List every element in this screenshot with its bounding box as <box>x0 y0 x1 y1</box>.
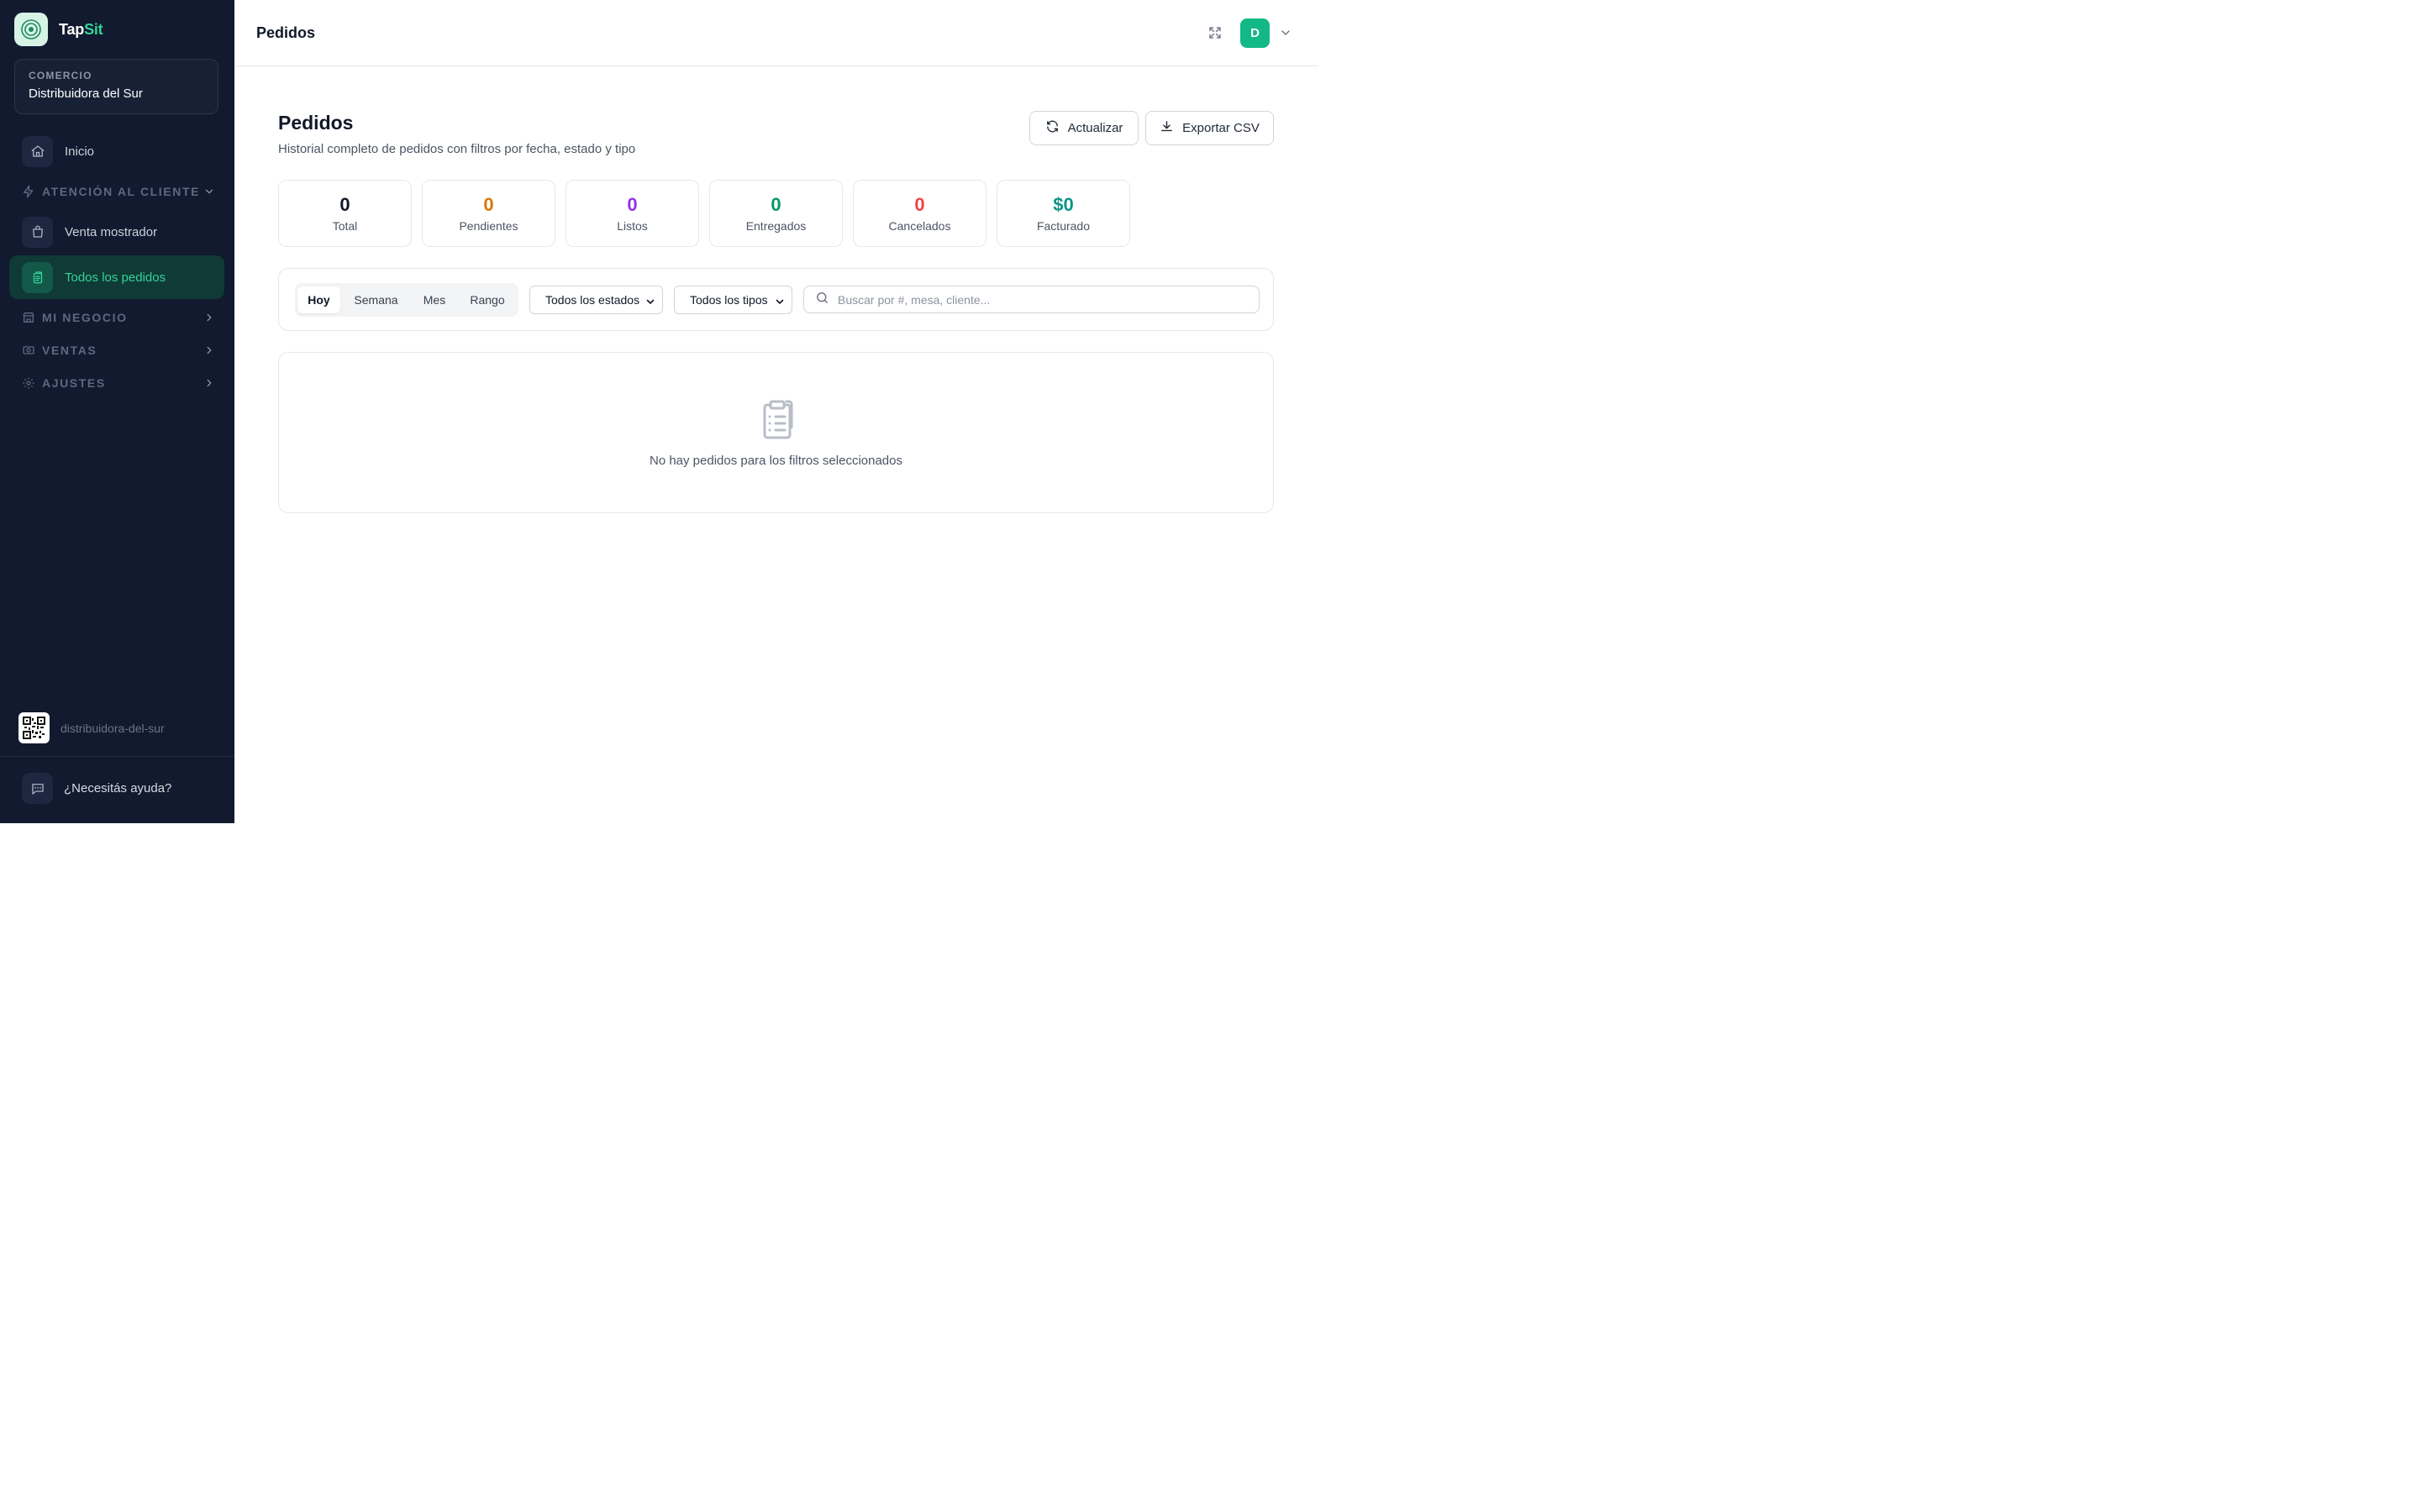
download-icon <box>1160 119 1174 137</box>
stat-label: Pendientes <box>459 219 518 233</box>
store-selector[interactable]: COMERCIO Distribuidora del Sur <box>14 59 218 114</box>
sidebar-item-inicio[interactable]: Inicio <box>9 129 224 173</box>
sidebar-divider <box>0 756 234 757</box>
help-label: ¿Necesitás ayuda? <box>64 781 172 795</box>
fullscreen-icon[interactable] <box>1206 24 1224 42</box>
user-avatar[interactable]: D <box>1240 18 1270 48</box>
refresh-button[interactable]: Actualizar <box>1029 111 1139 145</box>
stat-card-pendientes: 0 Pendientes <box>422 180 555 247</box>
tapsit-logo-icon <box>14 13 48 46</box>
stat-label: Cancelados <box>888 219 951 233</box>
sidebar: TapSit COMERCIO Distribuidora del Sur In… <box>0 0 234 823</box>
brand-name: TapSit <box>59 21 103 39</box>
chevron-down-icon <box>645 296 655 309</box>
store-qr-link[interactable]: distribuidora-del-sur <box>18 712 165 743</box>
gear-icon <box>22 376 35 390</box>
refresh-label: Actualizar <box>1067 121 1123 135</box>
sidebar-item-label: Venta mostrador <box>65 224 158 239</box>
filters-bar: Hoy Semana Mes Rango Todos los estados T… <box>278 268 1274 331</box>
qr-code-icon <box>18 712 50 743</box>
stat-value: 0 <box>339 194 350 215</box>
brand-name-part1: Tap <box>59 20 85 38</box>
period-tab-semana[interactable]: Semana <box>345 286 408 313</box>
brand[interactable]: TapSit <box>14 13 103 46</box>
sidebar-item-label: Inicio <box>65 144 95 159</box>
period-tab-mes[interactable]: Mes <box>411 286 458 313</box>
section-label: AJUSTES <box>42 376 106 390</box>
home-icon <box>22 135 53 167</box>
chevron-right-icon <box>203 377 215 389</box>
store-slug: distribuidora-del-sur <box>60 721 165 735</box>
sidebar-item-venta-mostrador[interactable]: Venta mostrador <box>9 210 224 254</box>
section-label: VENTAS <box>42 344 97 357</box>
chevron-right-icon <box>203 312 215 323</box>
empty-state: No hay pedidos para los filtros seleccio… <box>278 352 1274 513</box>
stat-value: 0 <box>483 194 494 215</box>
section-ventas[interactable]: VENTAS <box>22 344 215 357</box>
section-mi-negocio[interactable]: MI NEGOCIO <box>22 311 215 324</box>
top-bar: Pedidos D <box>234 0 1318 66</box>
empty-message: No hay pedidos para los filtros seleccio… <box>649 454 902 468</box>
stat-label: Facturado <box>1036 219 1091 233</box>
type-filter-select[interactable]: Todos los tipos <box>674 286 792 314</box>
bolt-icon <box>22 185 35 198</box>
search-icon <box>815 291 829 309</box>
section-label: ATENCIÓN AL CLIENTE <box>42 185 201 198</box>
cash-icon <box>22 344 35 357</box>
store-icon <box>22 311 35 324</box>
store-name: Distribuidora del Sur <box>29 87 143 101</box>
stat-card-facturado: $0 Facturado <box>997 180 1130 247</box>
export-csv-button[interactable]: Exportar CSV <box>1145 111 1274 145</box>
orders-icon <box>22 261 53 293</box>
stat-card-listos: 0 Listos <box>566 180 699 247</box>
brand-name-part2: Sit <box>84 20 103 38</box>
sidebar-item-label: Todos los pedidos <box>65 270 166 285</box>
clipboard-list-icon <box>759 399 796 444</box>
section-atencion-al-cliente[interactable]: ATENCIÓN AL CLIENTE <box>22 185 215 198</box>
stat-label: Listos <box>617 219 648 233</box>
chat-icon <box>22 773 53 804</box>
chevron-down-icon[interactable] <box>1279 26 1292 44</box>
period-segmented-control: Hoy Semana Mes Rango <box>295 283 518 317</box>
help-button[interactable]: ¿Necesitás ayuda? <box>22 773 171 804</box>
search-box <box>803 286 1260 313</box>
period-tab-rango[interactable]: Rango <box>461 286 513 313</box>
header-title: Pedidos <box>256 24 316 41</box>
refresh-icon <box>1045 119 1060 137</box>
page-title: Pedidos <box>278 112 354 134</box>
type-filter-value: Todos los tipos <box>690 293 768 307</box>
status-filter-value: Todos los estados <box>545 293 640 307</box>
section-label: MI NEGOCIO <box>42 311 128 324</box>
page-subtitle: Historial completo de pedidos con filtro… <box>278 142 636 156</box>
section-ajustes[interactable]: AJUSTES <box>22 376 215 390</box>
sidebar-item-todos-los-pedidos[interactable]: Todos los pedidos <box>9 255 224 299</box>
shopping-bag-icon <box>22 216 53 248</box>
stat-value: $0 <box>1053 194 1074 215</box>
chevron-down-icon <box>775 296 785 309</box>
store-label: COMERCIO <box>29 70 92 81</box>
stat-label: Entregados <box>745 219 807 233</box>
stat-card-entregados: 0 Entregados <box>709 180 843 247</box>
chevron-right-icon <box>203 344 215 356</box>
period-tab-hoy[interactable]: Hoy <box>297 286 340 313</box>
stat-card-cancelados: 0 Cancelados <box>853 180 986 247</box>
stat-value: 0 <box>627 194 638 215</box>
search-input[interactable] <box>838 292 1241 307</box>
stat-value: 0 <box>771 194 781 215</box>
stat-card-total: 0 Total <box>278 180 412 247</box>
status-filter-select[interactable]: Todos los estados <box>529 286 663 314</box>
chevron-down-icon <box>203 186 215 197</box>
export-label: Exportar CSV <box>1182 121 1260 135</box>
stat-value: 0 <box>914 194 925 215</box>
stat-label: Total <box>332 219 358 233</box>
